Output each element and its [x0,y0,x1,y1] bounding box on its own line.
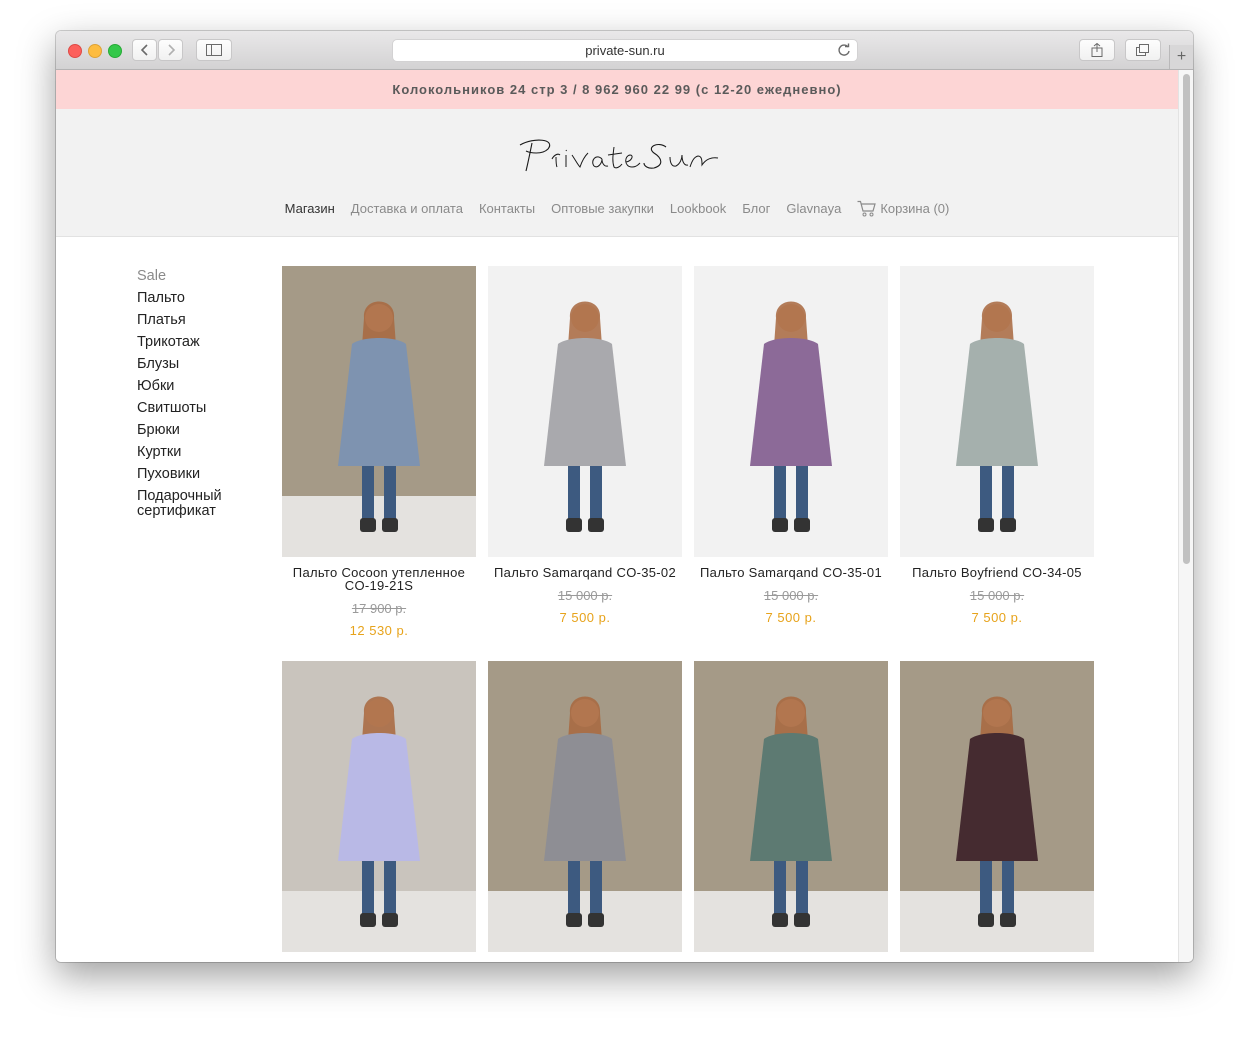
sidebar-toggle-button[interactable] [196,39,232,61]
nav-item-shop[interactable]: Магазин [285,200,335,217]
zoom-window-button[interactable] [108,44,122,58]
category-blouses[interactable]: Блузы [137,353,257,375]
chevron-left-icon [140,44,148,56]
scrollbar-thumb[interactable] [1183,74,1190,564]
tabs-icon [1136,44,1149,56]
contact-bar: Колокольников 24 стр 3 / 8 962 960 22 99… [56,70,1178,109]
product-card[interactable]: Пальто Cocoon утепленное CO-19-21S 17 900… [282,266,476,638]
category-dresses[interactable]: Платья [137,309,257,331]
product-image[interactable] [488,266,682,557]
forward-button[interactable] [158,39,183,61]
product-name[interactable]: Пальто Boyfriend CO-34-05 [900,566,1094,579]
product-name[interactable]: Пальто Samarqand CO-35-02 [488,566,682,579]
nav-item-delivery[interactable]: Доставка и оплата [351,200,463,217]
product-name[interactable]: Пальто Samarqand CO-35-01 [694,566,888,579]
product-card[interactable] [694,661,888,952]
product-image[interactable] [282,661,476,952]
url-text: private-sun.ru [585,43,665,58]
product-image[interactable] [900,661,1094,952]
new-tab-button[interactable]: + [1169,45,1193,69]
product-sale-price: 7 500 р. [971,610,1023,625]
product-card[interactable] [282,661,476,952]
cart-icon [857,200,877,217]
product-old-price: 15 000 р. [969,588,1025,603]
product-card[interactable] [488,661,682,952]
nav-item-wholesale[interactable]: Оптовые закупки [551,200,654,217]
product-card[interactable]: Пальто Samarqand CO-35-01 15 000 р. 7 500 … [694,266,888,625]
category-sidebar: Sale Пальто Платья Трикотаж Блузы Юбки С… [137,265,257,519]
product-image[interactable] [694,661,888,952]
product-sale-price: 7 500 р. [559,610,611,625]
category-sale[interactable]: Sale [137,265,257,287]
page-scrollbar[interactable] [1178,70,1193,962]
category-gift-certificate[interactable]: Подарочный сертификат [137,489,257,519]
category-sweatshirts[interactable]: Свитшоты [137,397,257,419]
product-sale-price: 7 500 р. [765,610,817,625]
share-icon [1091,43,1103,57]
main-nav: Магазин Доставка и оплата Контакты Оптов… [56,200,1178,217]
product-card[interactable]: Пальто Samarqand CO-35-02 15 000 р. 7 500 … [488,266,682,625]
page-content: Колокольников 24 стр 3 / 8 962 960 22 99… [56,70,1178,962]
nav-item-blog[interactable]: Блог [742,200,770,217]
contact-text: Колокольников 24 стр 3 / 8 962 960 22 99… [392,82,842,97]
address-bar[interactable]: private-sun.ru [392,39,858,62]
minimize-window-button[interactable] [88,44,102,58]
nav-item-cart[interactable]: Корзина (0) [857,200,949,217]
chevron-right-icon [167,44,175,56]
nav-item-contacts[interactable]: Контакты [479,200,535,217]
product-sale-price: 12 530 р. [349,623,409,638]
reload-icon[interactable] [837,43,851,60]
product-image[interactable] [900,266,1094,557]
cart-label: Корзина (0) [880,201,950,216]
category-coats[interactable]: Пальто [137,287,257,309]
browser-window: private-sun.ru + Колокольников 24 стр 3 … [56,31,1193,962]
share-button[interactable] [1079,39,1115,61]
category-jackets[interactable]: Куртки [137,441,257,463]
nav-item-lookbook[interactable]: Lookbook [670,200,726,217]
plus-icon: + [1176,48,1187,65]
product-old-price: 15 000 р. [557,588,613,603]
category-knitwear[interactable]: Трикотаж [137,331,257,353]
category-trousers[interactable]: Брюки [137,419,257,441]
product-image[interactable] [488,661,682,952]
nav-item-glavnaya[interactable]: Glavnaya [786,200,841,217]
logo-script-image [519,139,719,172]
product-image[interactable] [282,266,476,557]
product-card[interactable] [900,661,1094,952]
close-window-button[interactable] [68,44,82,58]
tabs-overview-button[interactable] [1125,39,1161,61]
site-logo[interactable] [514,131,719,184]
product-image[interactable] [694,266,888,557]
browser-toolbar: private-sun.ru + [56,31,1193,70]
sidebar-icon [206,44,222,56]
site-header: Магазин Доставка и оплата Контакты Оптов… [56,109,1178,237]
product-old-price: 17 900 р. [351,601,407,616]
product-name[interactable]: Пальто Cocoon утепленное CO-19-21S [282,566,476,592]
product-old-price: 15 000 р. [763,588,819,603]
category-down-jackets[interactable]: Пуховики [137,463,257,485]
product-card[interactable]: Пальто Boyfriend CO-34-05 15 000 р. 7 500 … [900,266,1094,625]
back-button[interactable] [132,39,157,61]
category-skirts[interactable]: Юбки [137,375,257,397]
